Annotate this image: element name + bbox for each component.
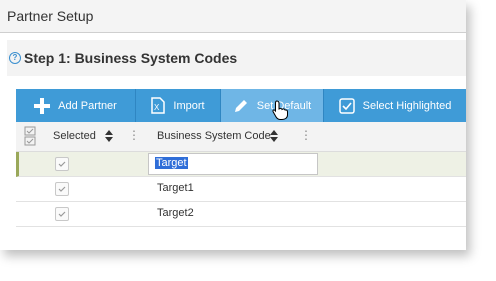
sort-icon[interactable] [270, 130, 278, 144]
row-checkbox[interactable] [55, 182, 69, 196]
business-system-code-input[interactable]: Target [148, 153, 318, 175]
question-circle-icon[interactable]: ? [9, 52, 21, 64]
table-row[interactable]: Target1 [16, 177, 466, 202]
column-header-business-system-code[interactable]: Business System Code [157, 130, 271, 142]
page-title: Partner Setup [7, 8, 94, 24]
import-label: Import [173, 99, 205, 112]
selected-text: Target [155, 157, 188, 169]
select-highlighted-label: Select Highlighted [362, 99, 452, 112]
column-menu-icon[interactable]: ⋮ [300, 128, 312, 142]
sort-icon[interactable] [105, 130, 113, 144]
column-header-selected[interactable]: Selected [53, 130, 96, 142]
add-partner-button[interactable]: Add Partner [16, 89, 135, 122]
svg-text:X: X [154, 103, 160, 112]
step-section: ? Step 1: Business System Codes [7, 40, 466, 76]
column-menu-icon[interactable]: ⋮ [128, 128, 140, 142]
checkbox-checked-icon [338, 97, 355, 114]
partner-setup-panel: Partner Setup ? Step 1: Business System … [0, 0, 466, 250]
title-bar: Partner Setup [0, 0, 466, 33]
grid-toolbar: Add Partner X Import Set Default Select … [16, 89, 466, 122]
row-checkbox[interactable] [55, 157, 69, 171]
select-all-checkbox-icon[interactable] [24, 126, 36, 151]
excel-file-icon: X [151, 97, 166, 114]
row-checkbox[interactable] [55, 207, 69, 221]
import-button[interactable]: X Import [136, 89, 220, 122]
table-row[interactable]: Target2 [16, 202, 466, 227]
add-partner-label: Add Partner [58, 99, 117, 112]
plus-icon [34, 97, 51, 114]
grid-header: Selected ⋮ Business System Code ⋮ [16, 122, 466, 152]
select-highlighted-button[interactable]: Select Highlighted [324, 89, 466, 122]
table-row[interactable]: Target [16, 152, 466, 177]
step-title: Step 1: Business System Codes [24, 50, 238, 66]
business-system-code-cell: Target2 [157, 207, 194, 219]
business-system-code-cell: Target1 [157, 182, 194, 194]
pencil-icon [233, 98, 249, 114]
hand-cursor-icon [272, 100, 288, 125]
